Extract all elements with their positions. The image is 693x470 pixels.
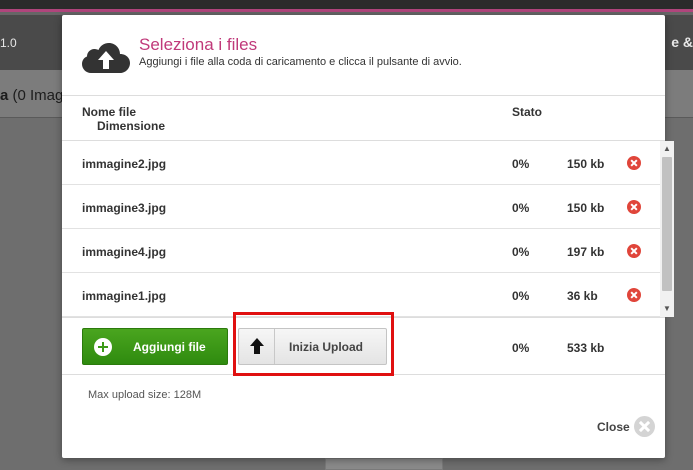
cloud-upload-icon [82, 43, 130, 73]
file-row: immagine4.jpg 0% 197 kb [62, 229, 660, 273]
add-files-button[interactable]: Aggiungi file [82, 328, 228, 365]
section-label-count: (0 Imag [8, 87, 64, 104]
app-bottom-box [325, 458, 443, 470]
file-table-header: Nome file Dimensione Stato [62, 96, 665, 141]
close-icon[interactable] [634, 416, 655, 437]
max-upload-size: Max upload size: 128M [88, 389, 202, 401]
column-header-name: Nome file [82, 105, 137, 119]
file-size: 150 kb [567, 157, 605, 171]
file-name: immagine1.jpg [82, 289, 167, 303]
remove-file-icon[interactable] [627, 200, 641, 214]
upload-dialog: Seleziona i files Aggiungi i file alla c… [62, 15, 674, 458]
close-label: Close [597, 420, 630, 434]
add-files-label: Aggiungi file [133, 340, 206, 354]
file-name: immagine3.jpg [82, 201, 167, 215]
column-header-size: Dimensione [97, 119, 166, 133]
total-size: 533 kb [567, 341, 605, 355]
scroll-down-arrow-icon[interactable]: ▼ [660, 303, 674, 315]
file-status: 0% [512, 157, 530, 171]
file-status: 0% [512, 201, 530, 215]
file-size: 197 kb [567, 245, 605, 259]
file-size: 150 kb [567, 201, 605, 215]
file-status: 0% [512, 289, 530, 303]
file-row: immagine1.jpg 0% 36 kb [62, 273, 660, 317]
highlight-box [233, 312, 394, 376]
dialog-title: Seleziona i files [139, 35, 258, 54]
column-header-status: Stato [512, 105, 542, 119]
app-version: 1.0 [0, 36, 17, 50]
remove-file-icon[interactable] [627, 244, 641, 258]
dialog-header: Seleziona i files Aggiungi i file alla c… [62, 15, 665, 96]
file-row: immagine2.jpg 0% 150 kb [62, 141, 660, 185]
remove-file-icon[interactable] [627, 156, 641, 170]
app-top-bar [0, 0, 693, 12]
file-list[interactable]: immagine2.jpg 0% 150 kb immagine3.jpg 0%… [62, 141, 665, 317]
scroll-up-arrow-icon[interactable]: ▲ [660, 143, 674, 155]
file-name: immagine2.jpg [82, 157, 167, 171]
app-header-right-text: e & [671, 34, 693, 50]
file-status: 0% [512, 245, 530, 259]
file-name: immagine4.jpg [82, 245, 167, 259]
app-section-label: a (0 Imag [0, 87, 63, 104]
dialog-subtitle: Aggiungi i file alla coda di caricamento… [139, 56, 462, 68]
scrollbar-thumb[interactable] [662, 157, 672, 291]
remove-file-icon[interactable] [627, 288, 641, 302]
file-list-scrollbar[interactable]: ▲ ▼ [660, 141, 674, 317]
file-row: immagine3.jpg 0% 150 kb [62, 185, 660, 229]
total-status: 0% [512, 341, 530, 355]
file-size: 36 kb [567, 289, 598, 303]
plus-circle-icon [94, 338, 112, 356]
